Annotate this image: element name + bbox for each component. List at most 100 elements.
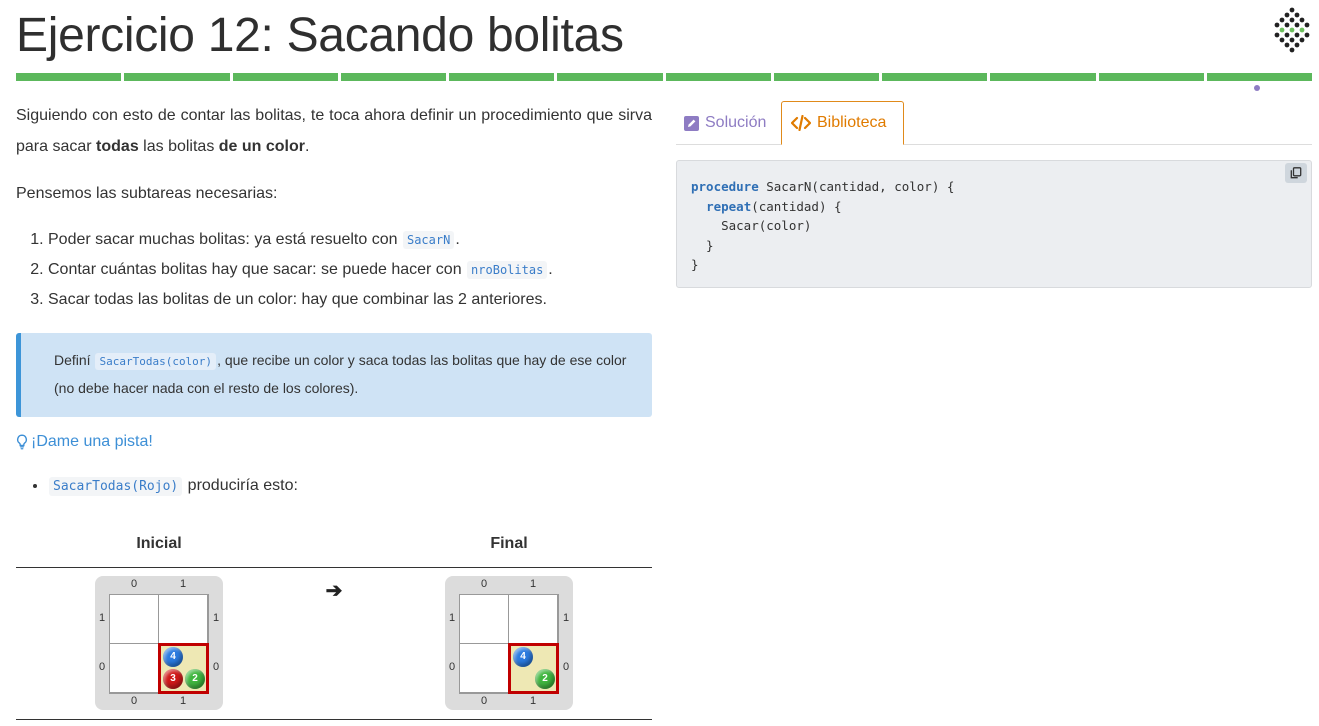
- intro-text-end: .: [305, 138, 310, 155]
- progress-segment[interactable]: [990, 73, 1096, 81]
- code-line: }: [691, 255, 954, 275]
- boards-header: Inicial Final: [16, 530, 652, 568]
- exercise-progress-bar: [16, 73, 1312, 81]
- code-sacarn: SacarN: [402, 231, 455, 249]
- board-cell: [459, 643, 509, 693]
- code-text: SacarN(cantidad, color) {: [758, 179, 955, 194]
- code-keyword: procedure: [691, 179, 759, 194]
- boards-table: Inicial Final 00111100432 ➔ 0011110042: [16, 530, 652, 720]
- progress-segment[interactable]: [16, 73, 122, 81]
- task-callout: Definí SacarTodas(color), que recibe un …: [16, 333, 652, 417]
- progress-segment[interactable]: [557, 73, 663, 81]
- column-label: 1: [530, 695, 537, 707]
- final-board: 0 0 1 1 1 1 0 0 42: [445, 576, 573, 710]
- editor-tabs: Solución Biblioteca: [676, 101, 1312, 145]
- subtasks-list: Poder sacar muchas bolitas: ya está resu…: [16, 225, 652, 315]
- selected-cell: 42: [508, 643, 559, 694]
- tab-solucion[interactable]: Solución: [684, 101, 766, 145]
- progress-segment[interactable]: [124, 73, 230, 81]
- exercise-statement: Siguiendo con esto de contar las bolitas…: [16, 100, 652, 498]
- code-nrobolitas: nroBolitas: [467, 261, 548, 279]
- row-label: 1: [99, 612, 106, 624]
- code-text: Sacar(color): [691, 218, 812, 233]
- code-line: Sacar(color): [691, 216, 954, 236]
- green-ball: 2: [535, 669, 555, 689]
- tab-biblioteca-label: Biblioteca: [817, 114, 887, 131]
- code-line: procedure SacarN(cantidad, color) {: [691, 177, 954, 197]
- progress-segment[interactable]: [340, 73, 446, 81]
- step-end: .: [455, 231, 460, 248]
- code-text: }: [691, 257, 699, 272]
- tab-biblioteca[interactable]: Biblioteca: [781, 101, 904, 145]
- step-end: .: [548, 261, 553, 278]
- column-label: 0: [481, 695, 488, 707]
- list-item: SacarTodas(Rojo) produciría esto:: [48, 475, 652, 498]
- tab-solucion-label: Solución: [705, 114, 767, 131]
- library-code-block: procedure SacarN(cantidad, color) { repe…: [676, 160, 1312, 288]
- column-label: 1: [530, 578, 537, 590]
- callout-prefix: Definí: [54, 352, 95, 368]
- row-label: 1: [213, 612, 220, 624]
- mumuki-logo-icon[interactable]: [1270, 6, 1314, 54]
- code-sacartodas: SacarTodas(color): [95, 353, 217, 370]
- step-text: Sacar todas las bolitas de un color: hay…: [48, 291, 547, 308]
- progress-segment[interactable]: [1206, 73, 1312, 81]
- column-label: 0: [131, 578, 138, 590]
- code-icon: [791, 115, 811, 131]
- intro-bold-todas: todas: [96, 138, 139, 155]
- row-label: 1: [563, 612, 570, 624]
- list-item: Sacar todas las bolitas de un color: hay…: [48, 285, 652, 315]
- initial-header: Inicial: [136, 535, 182, 552]
- hint-link[interactable]: ¡Dame una pista!: [16, 431, 652, 453]
- board-cell: [508, 594, 558, 644]
- arrow-header: [302, 530, 366, 567]
- progress-segment[interactable]: [1098, 73, 1204, 81]
- intro-text-mid: las bolitas: [138, 138, 219, 155]
- green-ball: 2: [185, 669, 205, 689]
- board-cell: [158, 594, 208, 644]
- progress-segment[interactable]: [773, 73, 879, 81]
- boards-row: 00111100432 ➔ 0011110042: [16, 568, 652, 720]
- code-line: }: [691, 236, 954, 256]
- code-line: repeat(cantidad) {: [691, 197, 954, 217]
- row-label: 0: [213, 661, 220, 673]
- example-list: SacarTodas(Rojo) produciría esto:: [16, 475, 652, 498]
- intro-bold-color: de un color: [218, 138, 305, 155]
- code-example: SacarTodas(Rojo): [49, 477, 183, 496]
- library-code: procedure SacarN(cantidad, color) { repe…: [691, 177, 954, 275]
- blue-ball: 4: [163, 647, 183, 667]
- row-label: 1: [449, 612, 456, 624]
- progress-segment[interactable]: [232, 73, 338, 81]
- progress-segment[interactable]: [882, 73, 988, 81]
- column-label: 1: [180, 578, 187, 590]
- arrow-right-icon: ➔: [325, 580, 343, 602]
- row-label: 0: [99, 661, 106, 673]
- red-ball: 3: [163, 669, 183, 689]
- example-text: produciría esto:: [183, 477, 298, 494]
- initial-board-cell: 0 0 1 1 1 1 0 0 432: [16, 568, 302, 719]
- row-label: 0: [563, 661, 570, 673]
- intro-paragraph: Siguiendo con esto de contar las bolitas…: [16, 100, 652, 162]
- final-board-cell: 0 0 1 1 1 1 0 0 42: [366, 568, 652, 719]
- list-item: Poder sacar muchas bolitas: ya está resu…: [48, 225, 652, 255]
- step-text: Contar cuántas bolitas hay que sacar: se…: [48, 261, 467, 278]
- selected-cell: 432: [158, 643, 209, 694]
- code-keyword: repeat: [706, 198, 752, 214]
- column-label: 0: [131, 695, 138, 707]
- step-text: Poder sacar muchas bolitas: ya está resu…: [48, 231, 402, 248]
- list-item: Contar cuántas bolitas hay que sacar: se…: [48, 255, 652, 285]
- row-label: 0: [449, 661, 456, 673]
- final-header: Final: [490, 535, 528, 552]
- column-label: 1: [180, 695, 187, 707]
- board-cell: [109, 643, 159, 693]
- subtasks-intro: Pensemos las subtareas necesarias:: [16, 185, 278, 202]
- hint-label: ¡Dame una pista!: [31, 433, 153, 450]
- initial-board: 0 0 1 1 1 1 0 0 432: [95, 576, 223, 710]
- progress-segment[interactable]: [449, 73, 555, 81]
- lightbulb-icon: [17, 434, 27, 450]
- page-title: Ejercicio 12: Sacando bolitas: [16, 9, 624, 62]
- progress-segment[interactable]: [665, 73, 771, 81]
- copy-button[interactable]: [1285, 163, 1307, 183]
- copy-icon: [1290, 167, 1302, 179]
- current-exercise-marker: [1254, 85, 1260, 91]
